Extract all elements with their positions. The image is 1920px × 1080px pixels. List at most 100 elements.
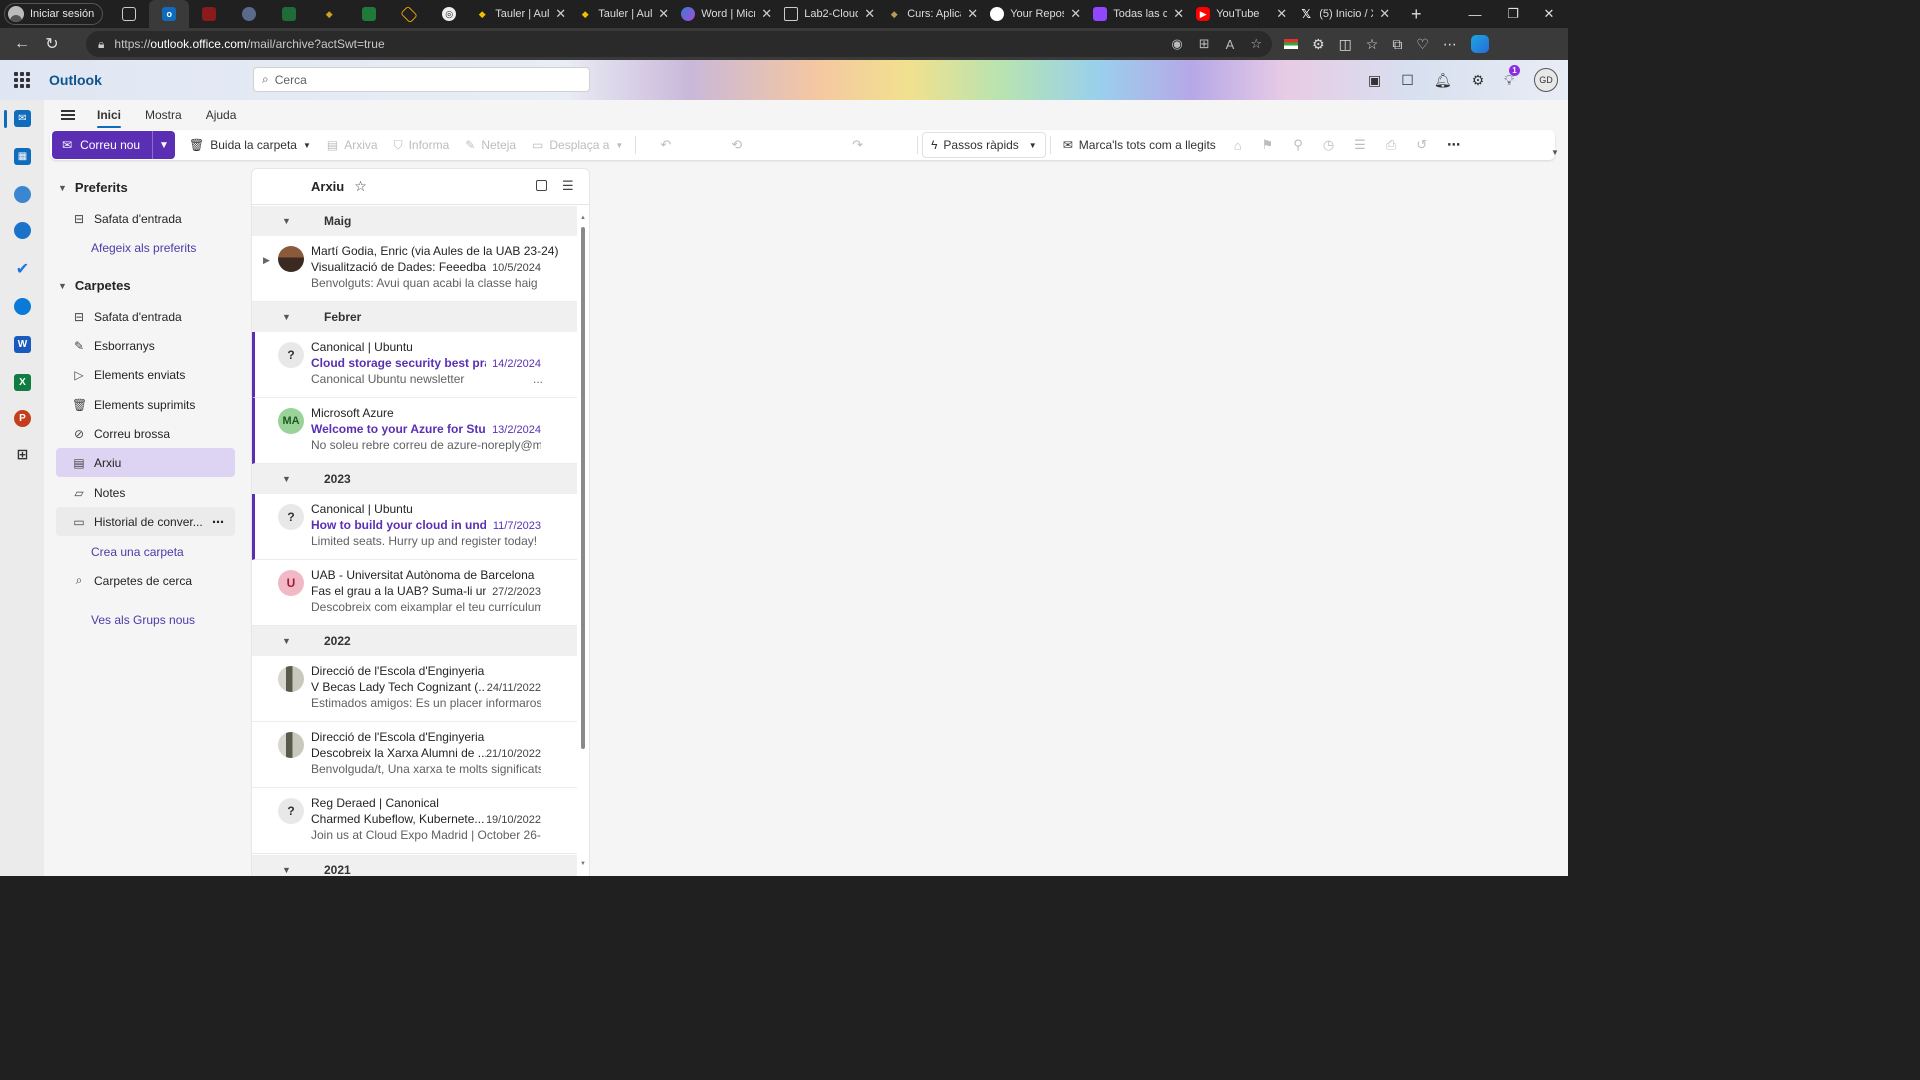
excel-icon[interactable]: X bbox=[14, 374, 31, 391]
window-close-button[interactable]: ✕ bbox=[1530, 0, 1568, 28]
scrollbar-thumb[interactable] bbox=[581, 227, 585, 749]
tab-workspaces[interactable] bbox=[109, 0, 149, 28]
tab-pinned-5[interactable] bbox=[349, 0, 389, 28]
reply-all-icon[interactable]: ⟲ bbox=[721, 137, 752, 153]
message-item[interactable]: ? Canonical | Ubuntu How to build your c… bbox=[252, 494, 577, 560]
favorite-star-icon[interactable]: ☆ bbox=[1250, 36, 1262, 52]
onedrive-icon[interactable] bbox=[14, 298, 31, 315]
groups-link[interactable]: Ves als Grups nous bbox=[56, 605, 235, 634]
copilot-icon[interactable] bbox=[1470, 35, 1489, 53]
sweep-button[interactable]: ✎ Neteja bbox=[457, 131, 524, 159]
todo-icon[interactable]: ✔ bbox=[14, 260, 31, 278]
new-mail-dropdown[interactable]: ▼ bbox=[152, 131, 175, 159]
tab-outlook[interactable]: o bbox=[149, 0, 190, 28]
folder-notes[interactable]: ▱ Notes bbox=[56, 478, 235, 507]
message-item[interactable]: ▶ Martí Godia, Enric (via Aules de la UA… bbox=[252, 236, 577, 302]
tab-x[interactable]: 𝕏 (5) Inicio / X ✕ bbox=[1293, 0, 1396, 28]
close-icon[interactable]: ✕ bbox=[967, 6, 978, 22]
message-item[interactable]: Direcció de l'Escola d'Enginyeria V Beca… bbox=[252, 656, 577, 722]
group-header[interactable]: ▼ Maig bbox=[252, 206, 577, 236]
people-icon[interactable] bbox=[14, 186, 31, 203]
report-button[interactable]: ⛉ Informa bbox=[386, 131, 458, 159]
performance-icon[interactable]: ♡ bbox=[1416, 36, 1429, 53]
app-launcher-icon[interactable] bbox=[14, 72, 30, 88]
close-icon[interactable]: ✕ bbox=[1173, 6, 1184, 22]
collections-icon[interactable]: ⧉ bbox=[1392, 36, 1402, 53]
group-header[interactable]: ▼ 2023 bbox=[252, 464, 577, 494]
empty-folder-button[interactable]: 🗑︎ Buida la carpeta ▼ bbox=[181, 131, 319, 159]
tab-pinned-2[interactable] bbox=[229, 0, 269, 28]
apps-icon[interactable]: ⊞ bbox=[1199, 36, 1210, 52]
flag-icon[interactable]: ⚑ bbox=[1252, 137, 1284, 153]
tracking-icon[interactable]: ◉ bbox=[1171, 36, 1182, 52]
filter-icon[interactable]: ☰ bbox=[562, 178, 574, 194]
snooze-icon[interactable]: ◷ bbox=[1313, 137, 1344, 153]
tab-home[interactable]: Inici bbox=[97, 102, 122, 128]
tab-curs[interactable]: ◆ Curs: Aplica ✕ bbox=[881, 0, 984, 28]
app-name[interactable]: Outlook bbox=[49, 72, 102, 88]
more-apps-icon[interactable]: ⊞ bbox=[14, 446, 31, 463]
undo-icon[interactable]: ↺ bbox=[1406, 137, 1437, 153]
tab-help[interactable]: Ajuda bbox=[206, 102, 237, 128]
folder-sent[interactable]: ▷ Elements enviats bbox=[56, 360, 235, 389]
message-item[interactable]: U UAB - Universitat Autònoma de Barcelon… bbox=[252, 560, 577, 626]
rules-icon[interactable]: ☰ bbox=[1344, 137, 1376, 153]
gear-icon[interactable]: ⚙ bbox=[1472, 72, 1485, 89]
tab-pinned-6[interactable] bbox=[389, 0, 429, 28]
select-all-icon[interactable] bbox=[536, 180, 547, 191]
folder-search-folders[interactable]: ⌕ Carpetes de cerca bbox=[56, 566, 235, 595]
more-icon[interactable]: ⋯ bbox=[1443, 36, 1457, 53]
close-icon[interactable]: ✕ bbox=[555, 6, 566, 22]
folder-drafts[interactable]: ✎ Esborranys bbox=[56, 331, 235, 360]
more-icon[interactable]: ⋯ bbox=[1437, 137, 1470, 153]
tab-youtube[interactable]: ▶ YouTube ✕ bbox=[1190, 0, 1293, 28]
expand-thread-icon[interactable]: ▶ bbox=[263, 255, 270, 266]
back-button[interactable]: ← bbox=[7, 29, 37, 59]
mark-all-read-button[interactable]: ✉ Marca'ls tots com a llegits bbox=[1055, 131, 1224, 159]
message-item[interactable]: Direcció de l'Escola d'Enginyeria Descob… bbox=[252, 722, 577, 788]
mail-icon[interactable]: ✉ bbox=[14, 110, 31, 127]
new-tab-button[interactable]: + bbox=[1396, 0, 1436, 28]
group-header[interactable]: ▼ 2022 bbox=[252, 626, 577, 656]
url-field[interactable]: 🔒︎ https://outlook.office.com/mail/archi… bbox=[86, 31, 1272, 57]
close-icon[interactable]: ✕ bbox=[1276, 6, 1287, 22]
close-icon[interactable]: ✕ bbox=[761, 6, 772, 22]
tab-lab2[interactable]: Lab2-Cloud ✕ bbox=[778, 0, 881, 28]
tab-view[interactable]: Mostra bbox=[145, 102, 182, 128]
more-options-icon[interactable]: ⋯ bbox=[212, 515, 225, 529]
favorites-icon[interactable]: ☆ bbox=[1366, 36, 1379, 53]
close-icon[interactable]: ✕ bbox=[658, 6, 669, 22]
tips-icon[interactable]: 💡︎ 1 bbox=[1504, 64, 1520, 89]
split-screen-icon[interactable]: ◫ bbox=[1339, 36, 1352, 53]
read-aloud-icon[interactable]: A bbox=[1226, 37, 1235, 52]
tab-tauler-2[interactable]: ◆ Tauler | Aule ✕ bbox=[572, 0, 675, 28]
hamburger-icon[interactable] bbox=[61, 110, 75, 120]
calendar-icon[interactable]: ▦ bbox=[14, 148, 31, 165]
teams-chat-icon[interactable]: ▣ bbox=[1368, 72, 1381, 89]
tab-pinned-7[interactable]: ◎ bbox=[429, 0, 469, 28]
close-icon[interactable]: ✕ bbox=[1379, 6, 1390, 22]
tab-word[interactable]: Word | Micro ✕ bbox=[675, 0, 778, 28]
scroll-down-icon[interactable]: ▼ bbox=[580, 861, 586, 867]
message-item[interactable]: ? Reg Deraed | Canonical Charmed Kubeflo… bbox=[252, 788, 577, 854]
folder-conversation-history[interactable]: ▭ Historial de conver... ⋯ bbox=[56, 507, 235, 536]
folder-junk[interactable]: ⊘ Correu brossa bbox=[56, 419, 235, 448]
pin-icon[interactable]: ⚲ bbox=[1283, 137, 1313, 153]
extensions-icon[interactable]: ⚙ bbox=[1312, 36, 1325, 53]
tab-tauler-1[interactable]: ◆ Tauler | Aule ✕ bbox=[469, 0, 572, 28]
word-icon[interactable]: W bbox=[14, 336, 31, 353]
quick-steps-button[interactable]: ϟ Passos ràpids ▼ bbox=[922, 132, 1046, 158]
star-icon[interactable]: ☆ bbox=[354, 178, 367, 195]
minimize-button[interactable]: — bbox=[1456, 0, 1494, 28]
my-day-icon[interactable]: ☐ bbox=[1401, 72, 1414, 89]
folder-inbox[interactable]: ⊟ Safata d'entrada bbox=[56, 302, 235, 331]
tab-pinned-3[interactable] bbox=[269, 0, 309, 28]
bell-icon[interactable]: 🔔︎ bbox=[1434, 72, 1452, 89]
group-header[interactable]: ▼ Febrer bbox=[252, 302, 577, 332]
message-item[interactable]: ? Canonical | Ubuntu Cloud storage secur… bbox=[252, 332, 577, 398]
tab-github[interactable]: Your Reposi ✕ bbox=[984, 0, 1087, 28]
tab-twitch[interactable]: Todas las ca ✕ bbox=[1087, 0, 1190, 28]
tag-icon[interactable]: ⌂ bbox=[1224, 138, 1252, 153]
favorite-inbox[interactable]: ⊟ Safata d'entrada bbox=[56, 204, 235, 233]
search-input[interactable]: ⌕ Cerca bbox=[253, 67, 590, 92]
